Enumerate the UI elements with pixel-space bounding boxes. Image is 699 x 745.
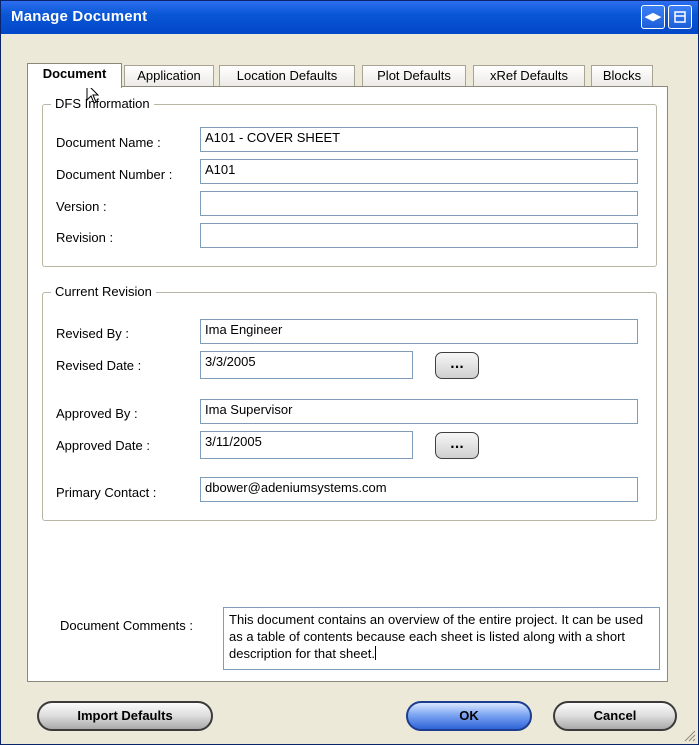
manage-document-window: Manage Document ◀▶ Document Application …: [0, 0, 699, 745]
revision-field[interactable]: [200, 223, 638, 248]
tab-location-defaults[interactable]: Location Defaults: [219, 65, 355, 86]
revised-by-field[interactable]: Ima Engineer: [200, 319, 638, 344]
approved-date-field[interactable]: 3/11/2005: [200, 431, 413, 459]
document-comments-text: This document contains an overview of th…: [229, 612, 644, 661]
dfs-information-legend: DFS Information: [51, 96, 154, 111]
approved-date-label: Approved Date :: [56, 438, 150, 453]
version-field[interactable]: [200, 191, 638, 216]
resize-grip-icon[interactable]: [682, 728, 696, 742]
revised-date-picker-button[interactable]: ...: [435, 352, 479, 379]
approved-by-label: Approved By :: [56, 406, 138, 421]
approved-by-field[interactable]: Ima Supervisor: [200, 399, 638, 424]
tab-application[interactable]: Application: [124, 65, 214, 86]
document-name-field[interactable]: A101 - COVER SHEET: [200, 127, 638, 152]
document-number-field[interactable]: A101: [200, 159, 638, 184]
document-comments-textarea[interactable]: This document contains an overview of th…: [223, 607, 660, 670]
text-caret: [374, 646, 376, 660]
primary-contact-field[interactable]: dbower@adeniumsystems.com: [200, 477, 638, 502]
revision-label: Revision :: [56, 230, 114, 245]
revised-by-label: Revised By :: [56, 326, 129, 341]
document-name-label: Document Name :: [56, 135, 161, 150]
dfs-information-group: DFS Information Document Name : A101 - C…: [42, 96, 657, 267]
current-revision-group: Current Revision Revised By : Ima Engine…: [42, 284, 657, 521]
revised-date-field[interactable]: 3/3/2005: [200, 351, 413, 379]
ok-button[interactable]: OK: [406, 701, 532, 731]
approved-date-picker-button[interactable]: ...: [435, 432, 479, 459]
tab-document[interactable]: Document: [27, 63, 122, 88]
cancel-button[interactable]: Cancel: [553, 701, 677, 731]
tab-xref-defaults[interactable]: xRef Defaults: [473, 65, 585, 86]
minimize-window-icon[interactable]: [668, 5, 692, 29]
document-tab-panel: DFS Information Document Name : A101 - C…: [27, 86, 668, 682]
version-label: Version :: [56, 199, 107, 214]
current-revision-legend: Current Revision: [51, 284, 156, 299]
tab-plot-defaults[interactable]: Plot Defaults: [362, 65, 466, 86]
document-comments-label: Document Comments :: [60, 618, 193, 633]
revised-date-label: Revised Date :: [56, 358, 142, 373]
dialog-body: Document Application Location Defaults P…: [1, 34, 698, 744]
import-defaults-button[interactable]: Import Defaults: [37, 701, 213, 731]
tab-blocks[interactable]: Blocks: [591, 65, 653, 86]
window-title: Manage Document: [11, 8, 148, 25]
title-bar[interactable]: Manage Document ◀▶: [1, 1, 698, 34]
document-number-label: Document Number :: [56, 167, 173, 182]
primary-contact-label: Primary Contact :: [56, 485, 157, 500]
restore-arrows-icon[interactable]: ◀▶: [641, 5, 665, 29]
